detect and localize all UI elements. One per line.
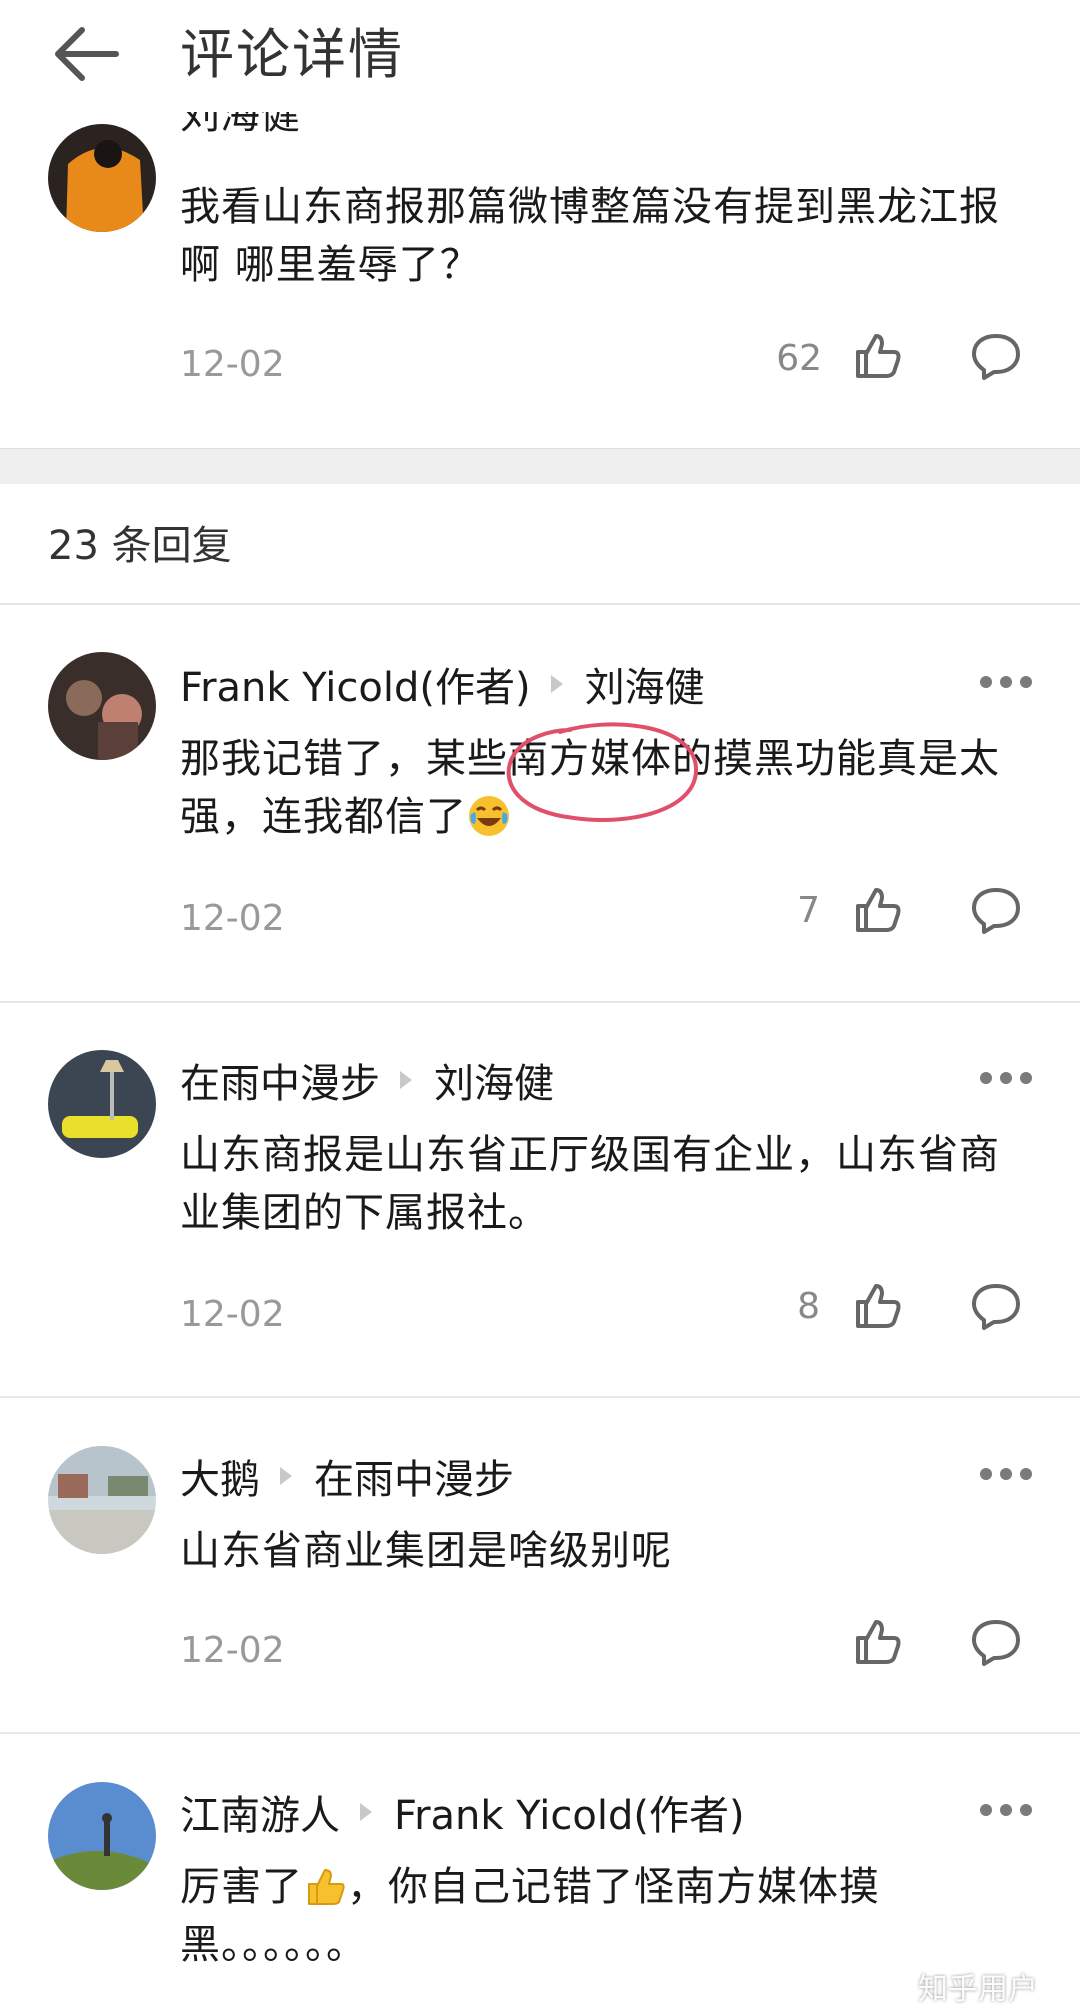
reply-text: 厉害了 ，你自己记错了怪南方媒体摸黑。。。。。。 [180, 1864, 880, 1968]
thumbs-up-icon[interactable] [852, 330, 904, 382]
reply-to-user[interactable]: 在雨中漫步 [314, 1447, 514, 1505]
more-options-icon[interactable] [980, 1464, 1032, 1484]
thumbs-up-icon[interactable] [852, 884, 904, 936]
reply-arrow-icon [360, 1803, 372, 1821]
page-title: 评论详情 [180, 23, 404, 86]
divider [0, 1732, 1080, 1734]
main-comment: 刘海健 我看山东商报那篇微博整篇没有提到黑龙江报啊 哪里羞辱了？ 12-02 6… [0, 92, 1080, 448]
like-count: 62 [776, 338, 822, 379]
reply-text: 山东商报是山东省正厅级国有企业，山东省商业集团的下属报社。 [180, 1132, 1000, 1236]
reply-text: 山东省商业集团是啥级别呢 [180, 1528, 672, 1574]
thumbs-up-emoji [308, 1869, 345, 1905]
like-count: 8 [797, 1286, 820, 1327]
avatar[interactable] [48, 1782, 156, 1890]
top-bar: 评论详情 [0, 0, 1080, 112]
reply-author[interactable]: 江南游人 [180, 1783, 340, 1841]
reply-count: 23 条回复 [48, 523, 232, 569]
avatar[interactable] [48, 1050, 156, 1158]
back-arrow-icon[interactable] [48, 22, 124, 86]
reply-author[interactable]: Frank Yicold(作者) [180, 655, 531, 713]
more-options-icon[interactable] [980, 672, 1032, 692]
reply-text: 那我记错了，某些南方媒体的摸黑功能真是太强，连我都信了 [180, 736, 1000, 840]
watermark: 知乎用户 [918, 1972, 1038, 2007]
comment-text: 我看山东商报那篇微博整篇没有提到黑龙江报啊 哪里羞辱了？ [180, 184, 1000, 288]
comment-bubble-icon[interactable] [970, 1616, 1022, 1668]
section-divider [0, 448, 1080, 484]
comment-bubble-icon[interactable] [970, 330, 1022, 382]
avatar[interactable] [48, 1446, 156, 1554]
thumbs-up-icon[interactable] [852, 1280, 904, 1332]
reply-header: 在雨中漫步 刘海健 [180, 1052, 554, 1108]
divider [0, 603, 1080, 605]
avatar[interactable] [48, 652, 156, 760]
reply-arrow-icon [400, 1071, 412, 1089]
reply-arrow-icon [280, 1467, 292, 1485]
avatar[interactable] [48, 124, 156, 232]
reply-date: 12-02 [180, 1630, 285, 1671]
reply-author[interactable]: 大鹅 [180, 1447, 260, 1505]
like-count: 7 [797, 890, 820, 931]
reply-date: 12-02 [180, 898, 285, 939]
thumbs-up-icon[interactable] [852, 1616, 904, 1668]
reply-header: Frank Yicold(作者) 刘海健 [180, 656, 705, 712]
comment-date: 12-02 [180, 344, 285, 385]
reply-arrow-icon [550, 675, 563, 693]
reply-to-user[interactable]: Frank Yicold(作者) [394, 1783, 745, 1841]
reply-to-user[interactable]: 刘海健 [434, 1051, 554, 1109]
comment-bubble-icon[interactable] [970, 1280, 1022, 1332]
laughing-crying-emoji [469, 796, 509, 836]
reply-header: 江南游人 Frank Yicold(作者) [180, 1784, 745, 1840]
reply-date: 12-02 [180, 1294, 285, 1335]
divider [0, 1396, 1080, 1398]
more-options-icon[interactable] [980, 1068, 1032, 1088]
comment-bubble-icon[interactable] [970, 884, 1022, 936]
reply-header: 大鹅 在雨中漫步 [180, 1448, 514, 1504]
reply-author[interactable]: 在雨中漫步 [180, 1051, 380, 1109]
reply-to-user[interactable]: 刘海健 [585, 655, 705, 713]
more-options-icon[interactable] [980, 1800, 1032, 1820]
divider [0, 1001, 1080, 1003]
